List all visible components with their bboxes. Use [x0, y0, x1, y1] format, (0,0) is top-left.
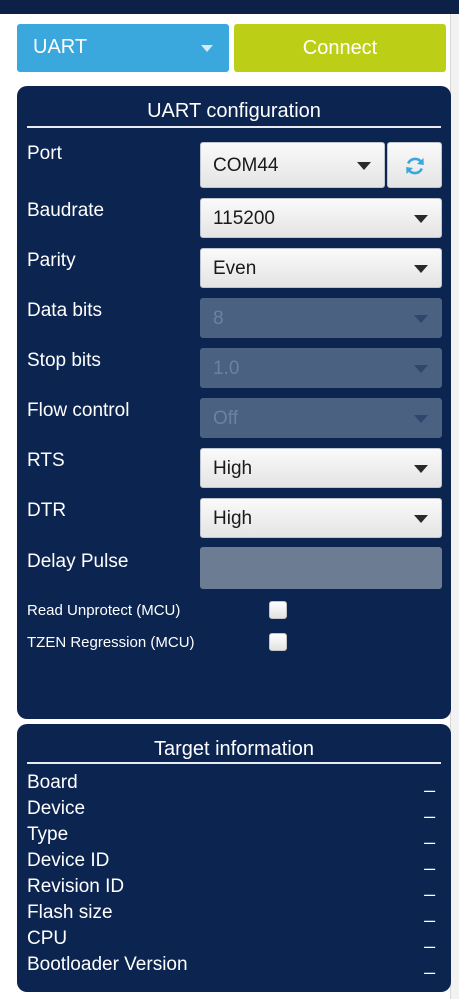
- type-label: Type: [27, 824, 69, 845]
- panel-title: Target information: [153, 738, 315, 760]
- refresh-icon: [406, 157, 424, 175]
- baudrate-select[interactable]: 115200: [200, 198, 442, 238]
- stop-bits-label: Stop bits: [27, 350, 101, 371]
- dtr-label: DTR: [27, 500, 67, 521]
- board-value: _: [424, 772, 435, 793]
- device-id-label: Device ID: [27, 850, 110, 871]
- data-bits-label: Data bits: [27, 300, 102, 321]
- data-bits-select-value: 8: [213, 308, 224, 329]
- chevron-down-icon: [414, 365, 428, 373]
- panel-title: UART configuration: [147, 100, 321, 122]
- rts-select-value: High: [213, 458, 253, 479]
- refresh-ports-button[interactable]: [387, 142, 442, 188]
- port-select[interactable]: COM44: [200, 142, 385, 188]
- baudrate-label: Baudrate: [27, 200, 105, 221]
- baudrate-select-value: 115200: [213, 208, 275, 229]
- delay-pulse-label: Delay Pulse: [27, 551, 129, 572]
- dtr-select[interactable]: High: [200, 498, 442, 538]
- cpu-label: CPU: [27, 928, 68, 949]
- tzen-regression-label: TZEN Regression (MCU): [27, 634, 195, 651]
- divider: [27, 762, 441, 764]
- bootloader-version-value: _: [424, 954, 435, 975]
- interface-select[interactable]: UART: [17, 24, 229, 72]
- port-label: Port: [27, 143, 62, 164]
- parity-label: Parity: [27, 250, 76, 271]
- flash-size-value: _: [424, 902, 435, 923]
- chevron-down-icon: [414, 415, 428, 423]
- flash-size-label: Flash size: [27, 902, 113, 923]
- rts-select[interactable]: High: [200, 448, 442, 488]
- flow-control-label: Flow control: [27, 400, 130, 421]
- chevron-down-icon: [414, 265, 428, 273]
- window-top-bar: [0, 0, 459, 14]
- delay-pulse-field[interactable]: [200, 547, 442, 589]
- chevron-down-icon: [414, 515, 428, 523]
- flow-control-select: Off: [200, 398, 442, 438]
- revision-id-value: _: [424, 876, 435, 897]
- parity-select-value: Even: [213, 258, 257, 279]
- board-label: Board: [27, 772, 78, 793]
- scrollbar-track[interactable]: [450, 14, 459, 999]
- device-id-value: _: [424, 850, 435, 871]
- connect-button[interactable]: Connect: [234, 24, 446, 72]
- interface-select-value: UART: [33, 36, 88, 58]
- chevron-down-icon: [201, 45, 213, 52]
- port-select-value: COM44: [213, 155, 279, 176]
- cpu-value: _: [424, 928, 435, 949]
- type-value: _: [424, 824, 435, 845]
- revision-id-label: Revision ID: [27, 876, 125, 897]
- chevron-down-icon: [414, 315, 428, 323]
- stop-bits-select: 1.0: [200, 348, 442, 388]
- rts-label: RTS: [27, 450, 65, 471]
- tzen-regression-checkbox[interactable]: [269, 633, 287, 651]
- read-unprotect-label: Read Unprotect (MCU): [27, 602, 181, 619]
- bootloader-version-label: Bootloader Version: [27, 954, 188, 975]
- parity-select[interactable]: Even: [200, 248, 442, 288]
- chevron-down-icon: [357, 162, 371, 170]
- data-bits-select: 8: [200, 298, 442, 338]
- dtr-select-value: High: [213, 508, 253, 529]
- read-unprotect-checkbox[interactable]: [269, 601, 287, 619]
- device-label: Device: [27, 798, 86, 819]
- flow-control-select-value: Off: [213, 408, 238, 429]
- device-value: _: [424, 798, 435, 819]
- target-information-panel: Target information Board _ Device _ Type…: [17, 724, 451, 992]
- chevron-down-icon: [414, 465, 428, 473]
- chevron-down-icon: [414, 215, 428, 223]
- divider: [27, 126, 441, 128]
- uart-configuration-panel: UART configuration Port COM44 Baudrate 1…: [17, 86, 451, 719]
- stop-bits-select-value: 1.0: [213, 358, 240, 379]
